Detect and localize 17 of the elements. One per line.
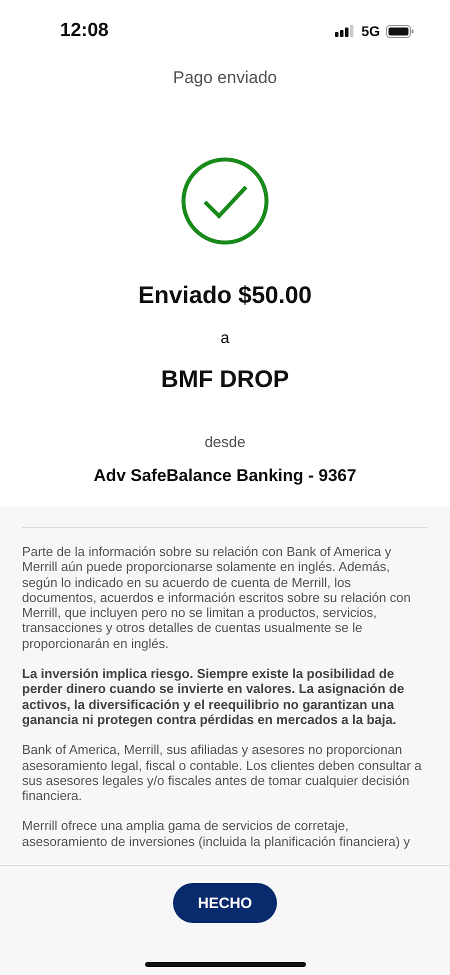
amount-sent: Enviado $50.00: [138, 282, 312, 310]
clock-time: 12:08: [60, 20, 110, 42]
page-title: Pago enviado: [173, 68, 277, 88]
from-label: desde: [204, 434, 246, 451]
home-indicator[interactable]: [144, 962, 306, 967]
account-name: Adv SafeBalance Banking - 9367: [94, 466, 356, 486]
network-label: 5G: [361, 23, 380, 39]
checkmark-icon: [181, 157, 269, 245]
signal-icon: [335, 25, 356, 37]
recipient-name: BMF DROP: [161, 366, 289, 394]
disclosure-paragraph: Parte de la información sobre su relación con Bank of America y Merrill aún puede proporcionarse solamente en inglés. Además, según lo indicado en su acuerdo de cuenta de Merrill, los documentos, acuerdos e información escritos sobre su relación con Merrill, que incluyen pero no se limitan a productos, servicios, transacciones y otros detalles de cuentas usualmente se le proporcionarán en inglés.: [22, 544, 412, 652]
battery-icon: [386, 24, 414, 38]
disclosure-paragraph: La inversión implica riesgo. Siempre existe la posibilidad de perder dinero cuando se invierte en valores. La asignación de activos, la diversificación y el reequilibrio no garantizan una ganancia ni protegen contra pérdidas en mercados a la baja.: [22, 666, 406, 728]
disclosure-paragraph: Merrill ofrece una amplia gama de servicios de corretaje, asesoramiento de inversiones (incluida la planificación financiera) y: [22, 818, 412, 850]
done-button[interactable]: HECHO: [173, 883, 277, 923]
to-label: a: [220, 330, 230, 348]
disclosure-paragraph: Bank of America, Merrill, sus afiliadas y asesores no proporcionan asesoramiento legal, fiscal o contable. Los clientes deben consultar a sus asesores legales y/o fiscales antes de tomar cualquier decisión financiera.: [22, 742, 423, 804]
